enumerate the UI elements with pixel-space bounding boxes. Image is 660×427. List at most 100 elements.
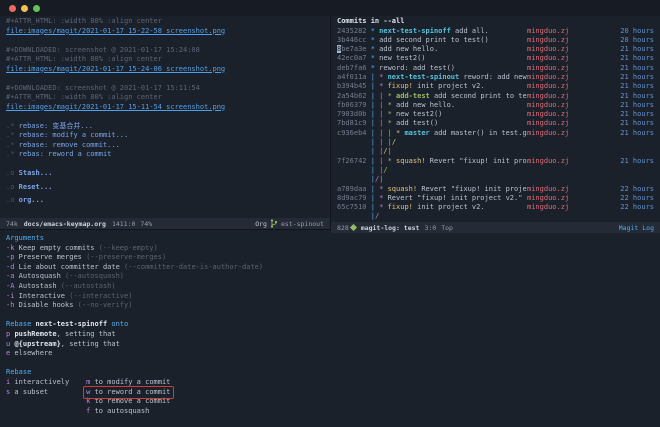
commit-row[interactable]: 3b446cc * add second print to test()ming… bbox=[337, 36, 654, 45]
graph-char: | bbox=[379, 157, 387, 165]
section-heading: Arguments bbox=[6, 234, 44, 242]
close-button[interactable] bbox=[9, 5, 16, 12]
graph-char: / bbox=[392, 138, 396, 146]
commit-row[interactable]: b394b45 | * fixup! init project v2.mingd… bbox=[337, 82, 654, 91]
item-text: a subset bbox=[10, 388, 48, 396]
file-link[interactable]: file:images/magit/2021-01-17_15-24-06_sc… bbox=[6, 65, 225, 73]
commit-row[interactable]: |/ bbox=[337, 212, 654, 221]
graph-char: | bbox=[371, 110, 379, 118]
commit-hash: be7a3e bbox=[341, 45, 371, 53]
transient-line: e elsewhere bbox=[6, 349, 656, 359]
commit-graph-message: |/ bbox=[337, 212, 527, 221]
commit-row[interactable]: 7bd81c9 | | * add test()mingduo.zj21 hou… bbox=[337, 119, 654, 128]
commit-row[interactable]: 65c7510 | * fixup! init project v2.mingd… bbox=[337, 203, 654, 212]
commit-row[interactable]: 2435282 * next-test-spinoff add all.ming… bbox=[337, 27, 654, 36]
commit-row[interactable]: 7f26742 | | * squash! Revert "fixup! ini… bbox=[337, 157, 654, 166]
commit-row[interactable]: 2a54b62 | | * add-test add second print … bbox=[337, 92, 654, 101]
commit-hash bbox=[337, 138, 371, 146]
spacer bbox=[69, 378, 86, 386]
transient-line: u @{upstream}, setting that bbox=[6, 340, 656, 350]
commit-message: new test2() bbox=[396, 110, 442, 118]
graph-char: * bbox=[388, 110, 396, 118]
commit-graph-message: 8d9ac79 | * Revert "fixup! init project … bbox=[337, 194, 527, 203]
argument-flag: (--no-verify) bbox=[78, 301, 133, 309]
commit-author: mingduo.zj bbox=[527, 82, 575, 91]
commit-time: 22 hours bbox=[575, 185, 654, 194]
maximize-button[interactable] bbox=[33, 5, 40, 12]
graph-char: * bbox=[379, 185, 387, 193]
buffer-size: 828 bbox=[337, 224, 349, 232]
commit-message: reword: add new hel bbox=[459, 73, 527, 81]
commit-graph-message: 2a54b62 | | * add-test add second print … bbox=[337, 92, 527, 101]
item-text: Disable hooks bbox=[14, 301, 77, 309]
scroll-percent: 74% bbox=[140, 220, 152, 228]
git-branch-icon bbox=[270, 219, 278, 228]
commit-author: mingduo.zj bbox=[527, 203, 575, 212]
commit-keyword: fixup! bbox=[388, 82, 413, 90]
commit-row[interactable]: a4f011a | * next-test-spinout reword: ad… bbox=[337, 73, 654, 82]
commit-author: mingduo.zj bbox=[527, 73, 575, 82]
commit-row[interactable]: | |/ bbox=[337, 166, 654, 175]
graph-char: | bbox=[379, 138, 387, 146]
commit-graph-message: 42ec0a7 * new test2() bbox=[337, 54, 527, 63]
commit-graph-message: a4f011a | * next-test-spinout reword: ad… bbox=[337, 73, 527, 82]
argument-flag: (--keep-empty) bbox=[99, 244, 158, 252]
buffer-state-icon bbox=[350, 224, 357, 231]
commit-message: init project v2. bbox=[413, 203, 485, 211]
commit-graph-message: 7f26742 | | * squash! Revert "fixup! ini… bbox=[337, 157, 527, 166]
item-text: Preserve merges bbox=[14, 253, 86, 261]
commit-row[interactable]: | |/| bbox=[337, 147, 654, 156]
commit-hash: 3b446cc bbox=[337, 36, 371, 44]
commit-hash: fb06379 bbox=[337, 101, 371, 109]
transient-line: i interactively m to modify a commit bbox=[6, 378, 656, 388]
commit-message: add test() bbox=[396, 119, 438, 127]
commit-author: mingduo.zj bbox=[527, 27, 575, 36]
commit-author: mingduo.zj bbox=[527, 157, 575, 166]
org-heading: rebase: 变基合并... bbox=[14, 122, 93, 130]
commit-row[interactable]: a789daa | * squash! Revert "fixup! init … bbox=[337, 185, 654, 194]
commit-row[interactable]: 8d9ac79 | * Revert "fixup! init project … bbox=[337, 194, 654, 203]
branch-label: next-test-spinoff bbox=[379, 27, 451, 35]
graph-char: | bbox=[371, 129, 379, 137]
commit-row[interactable]: fb06379 | | * add new hello.mingduo.zj21… bbox=[337, 101, 654, 110]
commit-graph-message: | |/ bbox=[337, 166, 527, 175]
org-line: file:images/magit/2021-01-17_15-11-54_sc… bbox=[6, 103, 328, 113]
org-buffer[interactable]: #+ATTR_HTML: :width 80% :align centerfil… bbox=[0, 16, 330, 218]
commit-row[interactable]: deb7fa6 * reword: add test()mingduo.zj21… bbox=[337, 64, 654, 73]
commit-row[interactable]: 42ec0a7 * new test2()mingduo.zj21 hours bbox=[337, 54, 654, 63]
minimize-button[interactable] bbox=[21, 5, 28, 12]
spacer bbox=[48, 388, 86, 396]
graph-char: | bbox=[371, 73, 379, 81]
graph-char: | bbox=[371, 194, 379, 202]
transient-line: -k Keep empty commits (--keep-empty) bbox=[6, 244, 656, 254]
transient-buffer[interactable]: Arguments -k Keep empty commits (--keep-e… bbox=[0, 229, 660, 427]
graph-char: | bbox=[371, 82, 379, 90]
file-link[interactable]: file:images/magit/2021-01-17_15-22-58_sc… bbox=[6, 27, 225, 35]
org-heading: Stash... bbox=[14, 169, 52, 177]
commit-hash bbox=[337, 212, 371, 220]
commit-row[interactable]: 7903d0b | | * new test2()mingduo.zj21 ho… bbox=[337, 110, 654, 119]
commit-row[interactable]: |/| bbox=[337, 175, 654, 184]
magit-log-buffer[interactable]: Commits in --all 2435282 * next-test-spi… bbox=[331, 16, 660, 222]
commit-message: add second print to test() bbox=[379, 36, 489, 44]
graph-char: | bbox=[379, 129, 387, 137]
commit-row[interactable]: c936eb4 | | | * master add master() in t… bbox=[337, 129, 654, 138]
major-mode-label: Org bbox=[255, 220, 267, 228]
item-text: to reword a commit bbox=[90, 388, 170, 396]
org-line: file:images/magit/2021-01-17_15-24-06_sc… bbox=[6, 65, 328, 75]
item-emphasis: @{upstream} bbox=[14, 340, 60, 348]
org-heading: Reset... bbox=[14, 183, 52, 191]
commit-author: mingduo.zj bbox=[527, 129, 575, 138]
graph-char: | bbox=[388, 129, 396, 137]
graph-char: | bbox=[371, 185, 379, 193]
org-line: .o org... bbox=[6, 196, 328, 206]
org-line: .* rebas: reword a commit bbox=[6, 150, 328, 160]
magit-modeline: 828 magit-log: test 3:0 Top Magit Log bbox=[331, 222, 660, 233]
file-link[interactable]: file:images/magit/2021-01-17_15-11-54_sc… bbox=[6, 103, 225, 111]
transient-line: -A Autostash (--autostash) bbox=[6, 282, 656, 292]
commit-row[interactable]: 8be7a3e * add new hello.mingduo.zj21 hou… bbox=[337, 45, 654, 54]
commit-message: add new hello. bbox=[396, 101, 455, 109]
commit-row[interactable]: | | |/ bbox=[337, 138, 654, 147]
graph-char: * bbox=[371, 45, 379, 53]
commit-hash: 65c7510 bbox=[337, 203, 371, 211]
